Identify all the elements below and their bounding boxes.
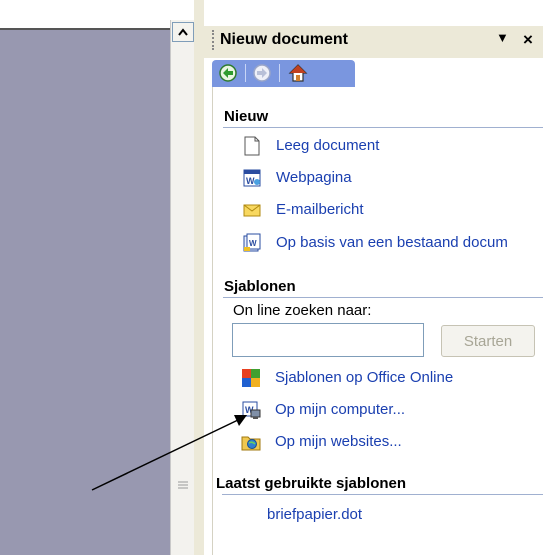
close-icon[interactable]: × [523,30,533,50]
nav-separator [245,64,246,82]
svg-text:W: W [249,239,257,248]
computer-templates-icon: W [242,401,261,419]
section-title-nieuw: Nieuw [224,108,269,125]
section-divider [222,494,543,495]
section-divider [223,297,543,298]
svg-text:W: W [246,176,255,186]
task-pane: Nieuw document ▼ × Nieuw Leeg document W… [204,0,543,555]
section-divider [223,127,543,128]
recent-template-link[interactable]: briefpapier.dot [267,506,362,523]
word-window: Nieuw document ▼ × Nieuw Leeg document W… [0,0,543,555]
item-label[interactable]: Op mijn websites... [275,433,402,450]
grip-lines-icon [178,481,188,489]
start-search-button[interactable]: Starten [441,325,535,357]
back-arrow-icon[interactable] [218,63,238,83]
scroll-up-button[interactable] [172,22,194,42]
web-page-icon: W [243,169,261,187]
task-pane-title[interactable]: Nieuw document [220,31,348,49]
search-label: On line zoeken naar: [233,302,372,319]
vertical-scrollbar[interactable] [170,20,195,555]
forward-arrow-icon[interactable] [252,63,272,83]
item-label[interactable]: Op basis van een bestaand docum [276,234,508,251]
existing-document-icon: W [243,233,261,252]
section-title-sjablonen: Sjablonen [224,278,296,295]
item-label[interactable]: Webpagina [276,169,352,186]
item-label[interactable]: Op mijn computer... [275,401,405,418]
pane-splitter[interactable] [194,0,204,555]
document-area[interactable] [0,30,170,555]
envelope-icon [243,204,261,217]
home-icon[interactable] [288,63,308,83]
websites-icon [241,436,261,451]
document-top-edge [0,0,196,30]
task-pane-nav-bar [212,60,355,87]
item-label[interactable]: E-mailbericht [276,201,364,218]
chevron-up-icon [178,28,188,36]
template-search-input[interactable] [232,323,424,357]
blank-document-icon [244,136,260,156]
nav-separator [279,64,280,82]
item-label[interactable]: Sjablonen op Office Online [275,369,453,386]
dropdown-triangle-icon[interactable]: ▼ [496,30,509,45]
section-title-recent: Laatst gebruikte sjablonen [216,475,407,492]
item-label[interactable]: Leeg document [276,137,379,154]
office-online-icon [242,369,260,387]
drag-grip-icon[interactable] [212,30,217,50]
